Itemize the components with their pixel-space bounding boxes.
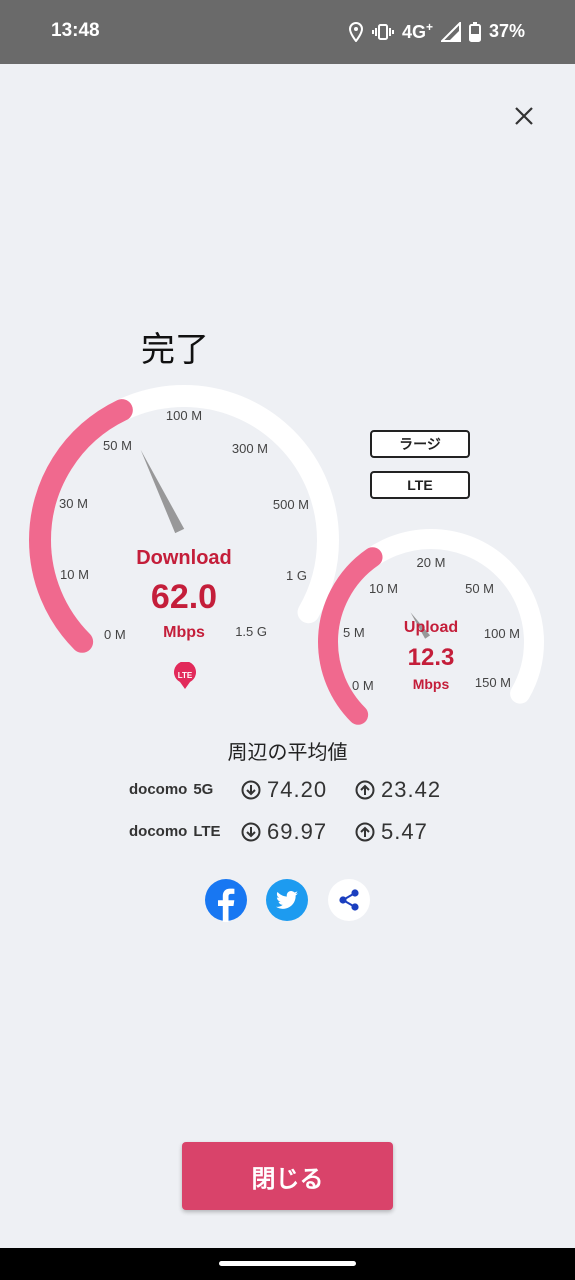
download-value: 62.0 (151, 578, 217, 616)
download-tick: 30 M (59, 496, 88, 511)
twitter-icon (266, 879, 308, 921)
upload-gauge: 0 M 5 M 10 M 20 M 50 M 100 M 150 M Uploa… (318, 529, 544, 740)
facebook-button[interactable] (204, 878, 248, 922)
list-item: docomo LTE 69.97 5.47 (0, 819, 575, 849)
upload-arrow-icon (355, 780, 375, 800)
download-tick: 1.5 G (235, 624, 267, 639)
download-unit: Mbps (163, 624, 205, 641)
download-gauge: 0 M 10 M 30 M 50 M 100 M 300 M 500 M 1 G… (29, 385, 339, 695)
lte-badge: LTE (173, 661, 197, 695)
upload-value: 12.3 (408, 644, 455, 671)
download-tick: 500 M (273, 497, 309, 512)
facebook-icon (205, 879, 247, 922)
download-label: Download (136, 547, 232, 569)
upload-tick: 10 M (369, 581, 398, 596)
avg-download: 69.97 (241, 819, 327, 845)
download-arrow-icon (241, 780, 261, 800)
upload-tick: 20 M (417, 555, 446, 570)
upload-tick: 150 M (475, 675, 511, 690)
carrier-label: docomo LTE (129, 823, 221, 840)
home-handle[interactable] (219, 1261, 356, 1266)
upload-tick: 100 M (484, 626, 520, 641)
download-tick: 10 M (60, 567, 89, 582)
download-needle (140, 449, 185, 534)
twitter-button[interactable] (265, 878, 309, 922)
download-tick: 50 M (103, 438, 132, 453)
upload-arrow-icon (355, 822, 375, 842)
upload-tick: 50 M (465, 581, 494, 596)
size-mode-button[interactable]: ラージ (370, 430, 470, 458)
averages-title: 周辺の平均値 (227, 742, 348, 764)
download-tick: 300 M (232, 441, 268, 456)
upload-label: Upload (404, 619, 458, 636)
speed-gauges: 0 M 10 M 30 M 50 M 100 M 300 M 500 M 1 G… (29, 385, 544, 740)
download-tick: 100 M (166, 408, 202, 423)
avg-upload: 23.42 (355, 777, 441, 803)
navigation-bar (0, 1248, 575, 1280)
carrier-label: docomo 5G (129, 781, 214, 798)
upload-tick: 5 M (343, 625, 365, 640)
download-tick: 1 G (286, 568, 307, 583)
svg-text:LTE: LTE (178, 671, 193, 680)
download-arrow-icon (241, 822, 261, 842)
download-tick: 0 M (104, 627, 126, 642)
upload-unit: Mbps (413, 676, 450, 692)
close-button[interactable]: 閉じる (182, 1142, 393, 1210)
avg-upload: 5.47 (355, 819, 428, 845)
share-icon (328, 879, 370, 921)
upload-tick: 0 M (352, 678, 374, 693)
list-item: docomo 5G 74.20 23.42 (0, 777, 575, 807)
avg-download: 74.20 (241, 777, 327, 803)
share-button[interactable] (327, 878, 371, 922)
network-mode-button[interactable]: LTE (370, 471, 470, 499)
